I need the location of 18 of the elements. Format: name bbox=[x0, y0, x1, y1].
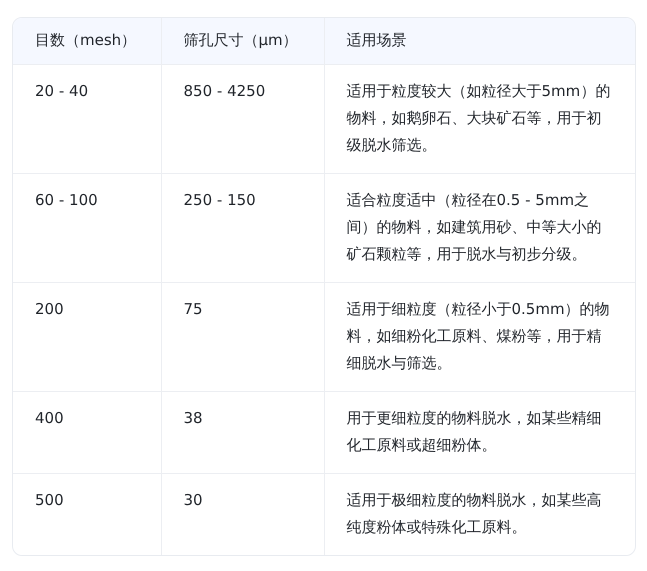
table-cell: 适用于粒度较大（如粒径大于5mm）的物料，如鹅卵石、大块矿石等，用于初级脱水筛选。 bbox=[324, 64, 635, 174]
table-cell: 400 bbox=[13, 392, 161, 474]
table-cell: 适用于细粒度（粒径小于0.5mm）的物料，如细粉化工原料、煤粉等，用于精细脱水与筛选。 bbox=[324, 282, 635, 392]
table-cell: 75 bbox=[161, 282, 324, 392]
table-cell: 500 bbox=[13, 474, 161, 555]
table-cell: 适用于极细粒度的物料脱水，如某些高纯度粉体或特殊化工原料。 bbox=[324, 474, 635, 555]
column-header: 筛孔尺寸（μm） bbox=[161, 18, 324, 64]
table-cell: 60 - 100 bbox=[13, 174, 161, 282]
table-cell: 30 bbox=[161, 474, 324, 555]
column-header: 适用场景 bbox=[324, 18, 635, 64]
table-cell: 20 - 40 bbox=[13, 64, 161, 174]
table-cell: 38 bbox=[161, 392, 324, 474]
table-cell: 850 - 4250 bbox=[161, 64, 324, 174]
table-cell: 250 - 150 bbox=[161, 174, 324, 282]
column-header: 目数（mesh） bbox=[13, 18, 161, 64]
table-cell: 适合粒度适中（粒径在0.5 - 5mm之间）的物料，如建筑用砂、中等大小的矿石颗粒等，用于脱水与初步分级。 bbox=[324, 174, 635, 282]
table-cell: 用于更细粒度的物料脱水，如某些精细化工原料或超细粉体。 bbox=[324, 392, 635, 474]
table-cell: 200 bbox=[13, 282, 161, 392]
